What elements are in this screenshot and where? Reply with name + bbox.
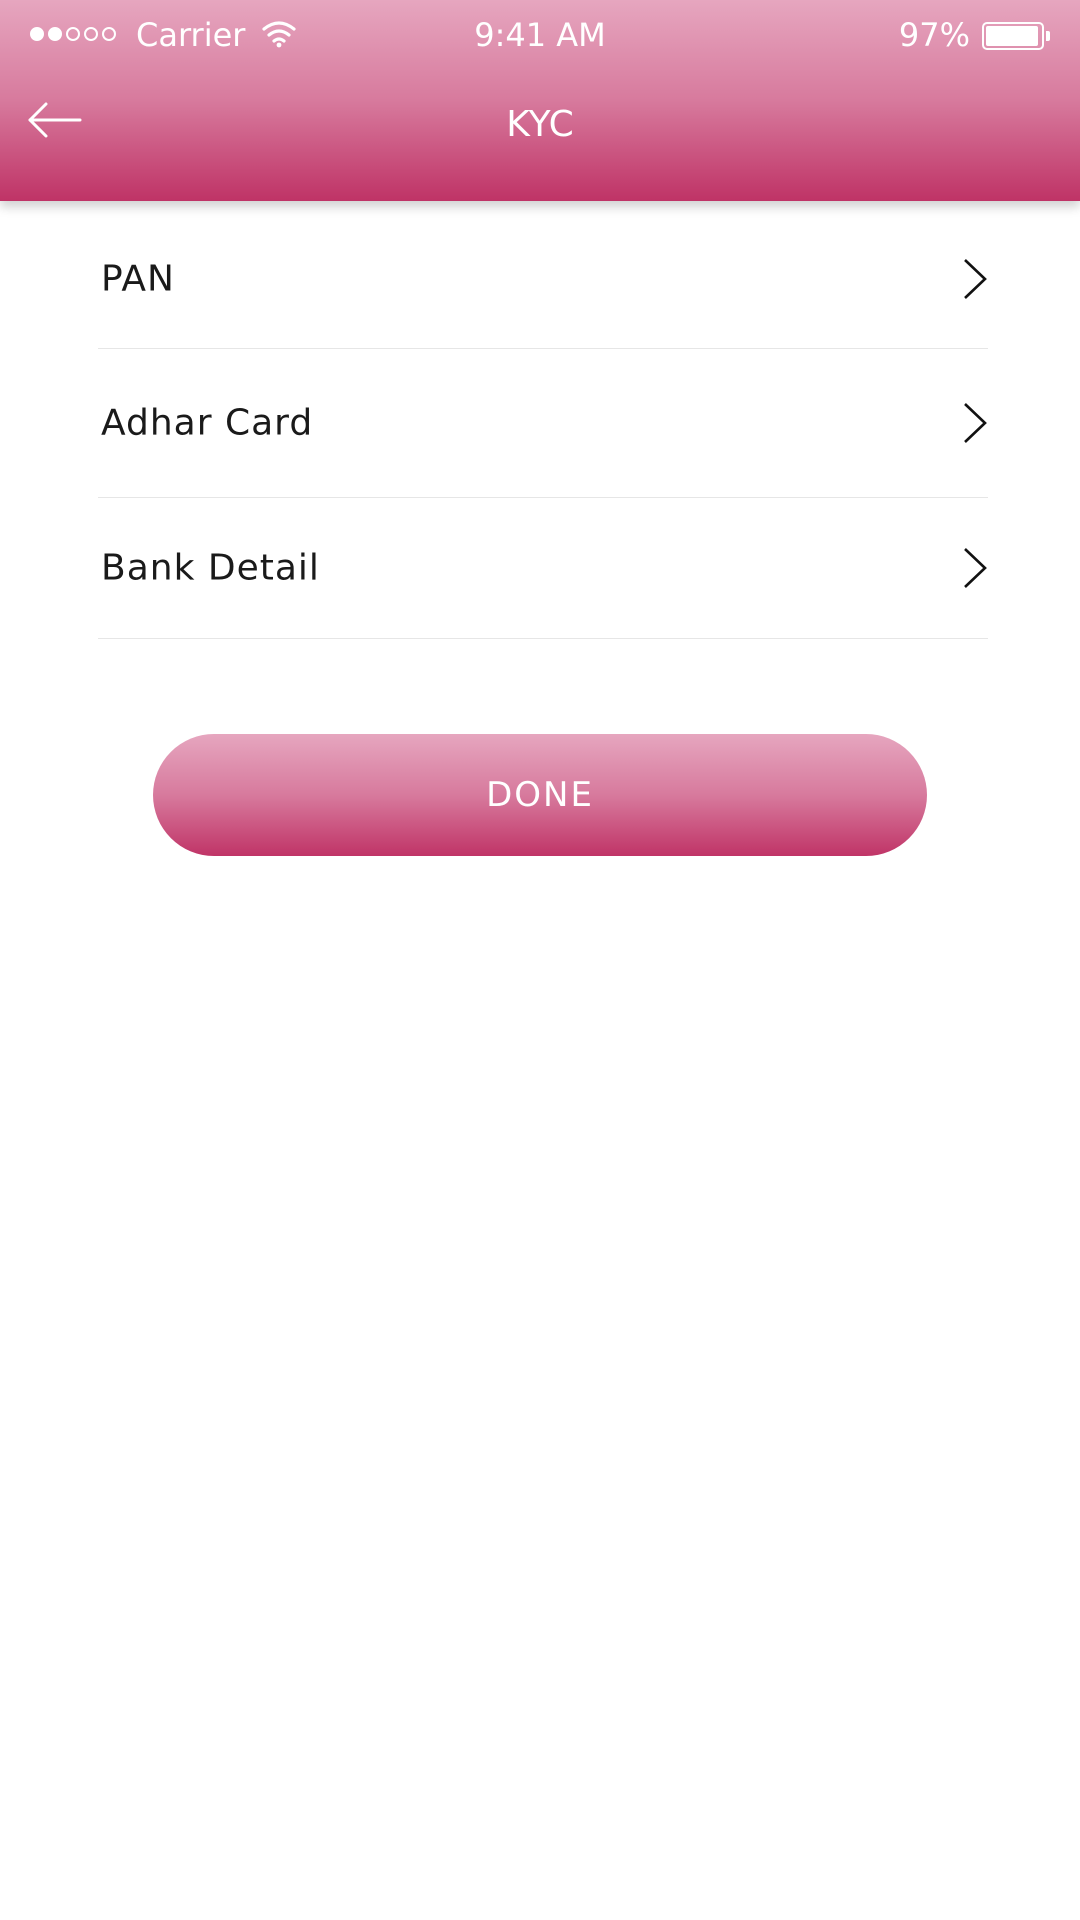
status-bar: Carrier 9:41 AM 97% <box>0 0 1080 70</box>
list-item-label: Bank Detail <box>101 547 320 589</box>
battery-level <box>986 26 1039 46</box>
list-item-adhar-card[interactable]: Adhar Card <box>98 349 988 498</box>
list-item-pan[interactable]: PAN <box>98 210 988 349</box>
app-header: Carrier 9:41 AM 97% KYC <box>0 0 1080 201</box>
chevron-right-icon <box>964 259 987 299</box>
list-item-label: PAN <box>101 258 175 300</box>
chevron-right-icon <box>964 403 987 443</box>
battery-percent: 97% <box>898 16 970 54</box>
kyc-list: PAN Adhar Card Bank Detail <box>98 210 988 639</box>
list-item-label: Adhar Card <box>101 402 314 444</box>
battery-nub <box>1046 31 1050 41</box>
done-button-label: DONE <box>486 775 594 815</box>
chevron-right-icon <box>964 548 987 588</box>
list-item-bank-detail[interactable]: Bank Detail <box>98 498 988 639</box>
page-title: KYC <box>506 104 574 145</box>
battery-icon <box>982 22 1044 50</box>
done-button[interactable]: DONE <box>153 734 927 856</box>
